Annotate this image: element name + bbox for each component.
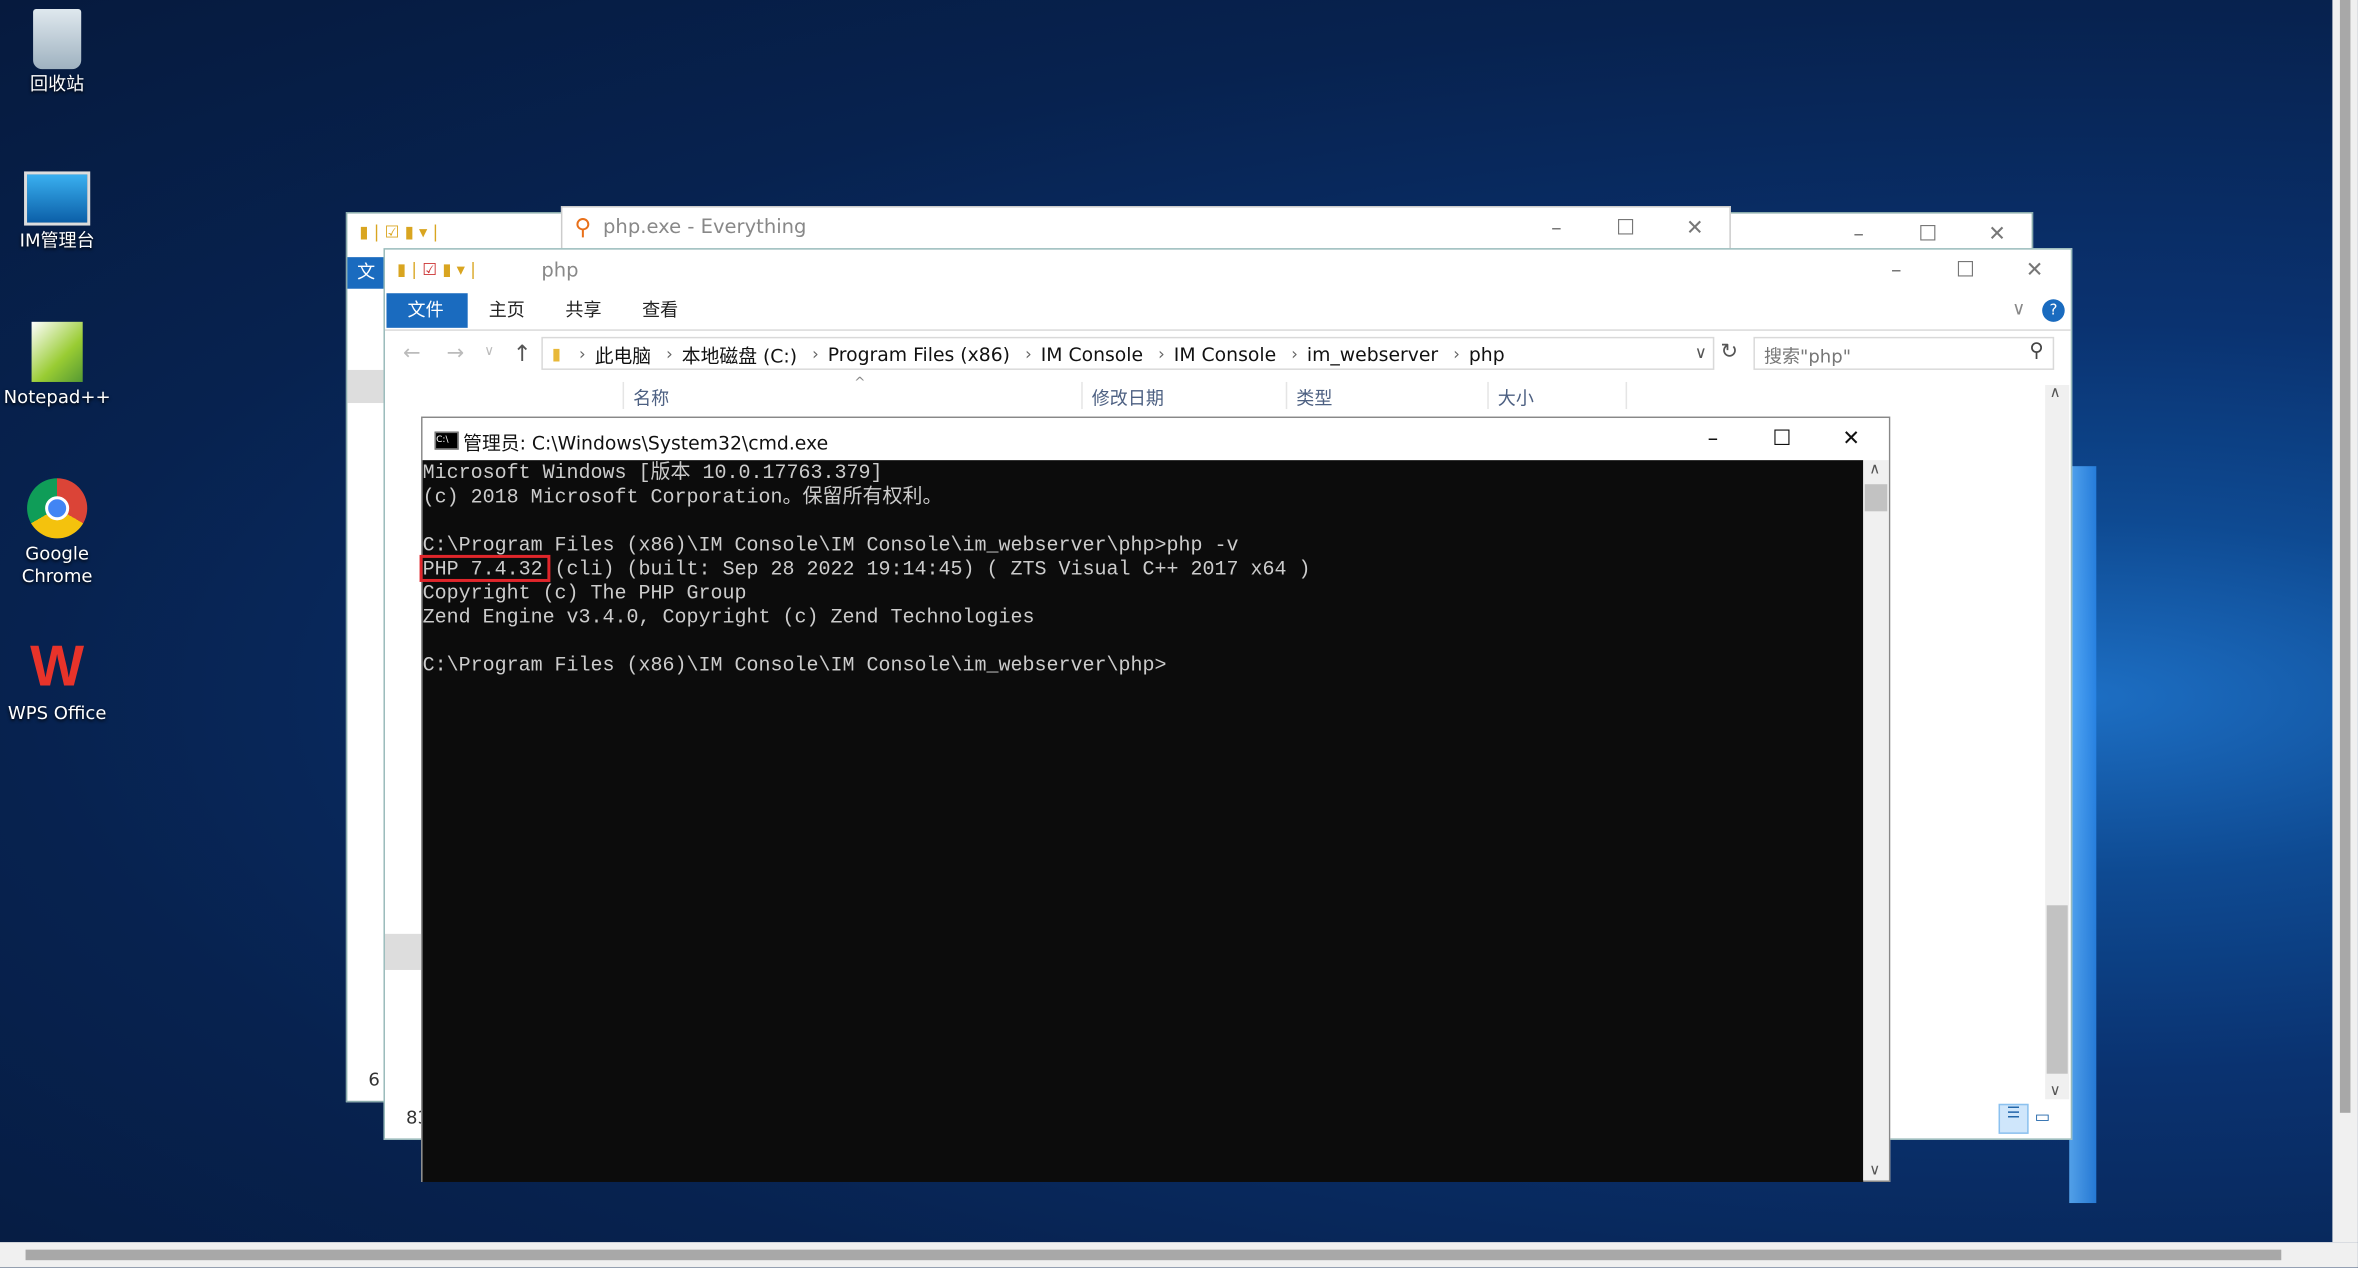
forward-arrow-icon[interactable]: → bbox=[447, 341, 465, 365]
column-header-type[interactable]: 类型 bbox=[1285, 381, 1492, 410]
breadcrumb-separator: › bbox=[579, 343, 586, 364]
column-header-modified[interactable]: 修改日期 bbox=[1081, 381, 1287, 410]
address-bar[interactable]: ▮ › 此电脑 › 本地磁盘 (C:) › Program Files (x86) ›… bbox=[541, 336, 1715, 370]
viewport-horizontal-scrollbar[interactable] bbox=[0, 1242, 2358, 1268]
nav-pane-highlight bbox=[384, 933, 423, 970]
breadcrumb-separator: › bbox=[1453, 343, 1460, 364]
scroll-up-icon[interactable]: ∧ bbox=[2050, 385, 2061, 402]
cmd-maximize-button[interactable]: ☐ bbox=[1747, 418, 1816, 460]
details-view-icon[interactable]: ☰ bbox=[1998, 1103, 2029, 1134]
back-explorer-quick-access: ▮ | ☑ ▮ ▾ | bbox=[359, 222, 439, 243]
column-header-size[interactable]: 大小 bbox=[1487, 381, 1628, 410]
folder-icon: ▮ bbox=[551, 343, 562, 364]
scrollbar-thumb[interactable] bbox=[2046, 905, 2068, 1074]
breadcrumb-separator: › bbox=[666, 343, 673, 364]
cmd-window[interactable]: C:\ 管理员: C:\Windows\System32\cmd.exe – ☐… bbox=[419, 416, 1891, 1182]
ribbon-tab-share[interactable]: 共享 bbox=[544, 293, 622, 328]
ribbon-tab-view[interactable]: 查看 bbox=[621, 293, 699, 328]
breadcrumb-item[interactable]: 此电脑 bbox=[595, 339, 651, 368]
console-line: C:\Program Files (x86)\IM Console\IM Con… bbox=[422, 533, 1239, 557]
desktop-icon-im-console[interactable]: IM管理台 bbox=[0, 171, 114, 252]
horizontal-scrollbar-thumb[interactable] bbox=[25, 1249, 2282, 1261]
breadcrumb-separator: › bbox=[812, 343, 819, 364]
console-line: (c) 2018 Microsoft Corporation。保留所有权利。 bbox=[422, 485, 943, 509]
breadcrumb-item[interactable]: IM Console bbox=[1174, 342, 1276, 365]
address-dropdown-icon[interactable]: ∨ bbox=[1695, 343, 1707, 363]
back-explorer-status: 6 bbox=[368, 1069, 380, 1091]
explorer-maximize-button[interactable]: ☐ bbox=[1931, 250, 2000, 292]
vertical-scrollbar[interactable]: ∧ ∨ bbox=[2045, 384, 2070, 1100]
scroll-up-icon[interactable]: ∧ bbox=[1869, 462, 1880, 479]
console-line: Copyright (c) The PHP Group bbox=[422, 581, 747, 605]
help-icon[interactable]: ? bbox=[2042, 299, 2065, 322]
cmd-close-button[interactable]: ✕ bbox=[1817, 418, 1886, 460]
up-arrow-icon[interactable]: ↑ bbox=[513, 340, 532, 367]
everything-title: php.exe - Everything bbox=[603, 216, 807, 240]
everything-maximize-button[interactable]: ☐ bbox=[1591, 208, 1660, 250]
breadcrumb-separator: › bbox=[1025, 343, 1032, 364]
explorer-close-button[interactable]: ✕ bbox=[2000, 250, 2069, 292]
vertical-scrollbar-thumb[interactable] bbox=[2339, 0, 2351, 1113]
explorer-minimize-button[interactable]: – bbox=[1862, 250, 1931, 292]
column-headers: ^ 名称 修改日期 类型 大小 bbox=[385, 376, 2039, 415]
search-icon: ⚲ bbox=[2029, 339, 2044, 363]
recycle-bin-icon bbox=[33, 9, 82, 70]
cmd-title-bar: C:\ 管理员: C:\Windows\System32\cmd.exe – ☐… bbox=[422, 418, 1889, 461]
everything-window[interactable]: ⚲ php.exe - Everything – ☐ ✕ bbox=[560, 206, 1731, 252]
everything-minimize-button[interactable]: – bbox=[1522, 208, 1591, 250]
console-line: PHP 7.4.32 (cli) (built: Sep 28 2022 19:… bbox=[422, 557, 1311, 581]
ribbon-expand-icon[interactable]: ∨ bbox=[2012, 298, 2025, 319]
wps-office-icon: W bbox=[30, 636, 85, 700]
console-line: Zend Engine v3.4.0, Copyright (c) Zend T… bbox=[422, 606, 1035, 629]
everything-close-button[interactable]: ✕ bbox=[1660, 208, 1729, 250]
search-input[interactable]: 搜索"php" ⚲ bbox=[1753, 336, 2055, 370]
refresh-icon[interactable]: ↻ bbox=[1720, 340, 1738, 364]
scroll-down-icon[interactable]: ∨ bbox=[1869, 1162, 1880, 1179]
wallpaper-light bbox=[2069, 466, 2097, 1204]
console-line: C:\Program Files (x86)\IM Console\IM Con… bbox=[422, 654, 1167, 677]
back-explorer-nav-highlight bbox=[347, 369, 385, 404]
viewport-vertical-scrollbar[interactable] bbox=[2332, 0, 2358, 1243]
cmd-title: 管理员: C:\Windows\System32\cmd.exe bbox=[463, 431, 829, 455]
back-explorer-file-tab[interactable]: 文 bbox=[347, 257, 385, 289]
chrome-icon bbox=[27, 478, 88, 539]
desktop-icon-chrome[interactable]: Google Chrome bbox=[0, 478, 114, 588]
navigation-bar: ← → ∨ ↑ ▮ › 此电脑 › 本地磁盘 (C:) › Program Files… bbox=[385, 336, 2071, 376]
cmd-scrollbar[interactable]: ∧ ∨ bbox=[1863, 460, 1889, 1181]
ribbon: 文件 主页 共享 查看 ∨ ? bbox=[384, 293, 2071, 331]
notepad-plus-plus-icon bbox=[31, 321, 83, 382]
scroll-down-icon[interactable]: ∨ bbox=[2050, 1083, 2061, 1100]
breadcrumb-item[interactable]: IM Console bbox=[1041, 342, 1143, 365]
ribbon-tab-home[interactable]: 主页 bbox=[468, 293, 546, 328]
column-header-name[interactable]: 名称 bbox=[622, 381, 1085, 410]
cmd-minimize-button[interactable]: – bbox=[1678, 418, 1747, 460]
breadcrumb-item[interactable]: php bbox=[1469, 342, 1505, 365]
back-arrow-icon[interactable]: ← bbox=[403, 341, 421, 365]
breadcrumb-separator: › bbox=[1158, 343, 1165, 364]
breadcrumb-item[interactable]: 本地磁盘 (C:) bbox=[682, 339, 797, 368]
desktop-icon-recycle-bin[interactable]: 回收站 bbox=[0, 9, 114, 96]
php-version-highlight-box bbox=[419, 554, 551, 582]
everything-search-icon: ⚲ bbox=[574, 213, 591, 241]
large-icons-view-icon[interactable]: ▭ bbox=[2035, 1107, 2059, 1131]
desktop-icon-wps[interactable]: W WPS Office bbox=[0, 638, 114, 725]
breadcrumb-item[interactable]: Program Files (x86) bbox=[828, 342, 1010, 365]
breadcrumb-item[interactable]: im_webserver bbox=[1307, 342, 1438, 365]
cmd-console-output[interactable]: Microsoft Windows [版本 10.0.17763.379] (c… bbox=[419, 460, 1864, 1182]
monitor-app-icon bbox=[24, 171, 91, 226]
recent-dropdown-icon[interactable]: ∨ bbox=[484, 344, 494, 359]
ribbon-tab-file[interactable]: 文件 bbox=[386, 293, 468, 328]
explorer-title: php bbox=[541, 260, 579, 283]
breadcrumb-separator: › bbox=[1291, 343, 1298, 364]
console-line: Microsoft Windows [版本 10.0.17763.379] bbox=[422, 461, 883, 485]
desktop-icon-notepad-plus-plus[interactable]: Notepad++ bbox=[0, 321, 114, 409]
search-placeholder: 搜索"php" bbox=[1763, 345, 1852, 367]
cmd-app-icon: C:\ bbox=[434, 431, 459, 450]
cmd-scrollbar-thumb[interactable] bbox=[1864, 484, 1888, 512]
desktop: 回收站 IM管理台 Notepad++ Google Chrome W WPS … bbox=[0, 0, 2358, 1268]
quick-access-toolbar: ▮ | ☑ ▮ ▾ | bbox=[397, 260, 476, 280]
